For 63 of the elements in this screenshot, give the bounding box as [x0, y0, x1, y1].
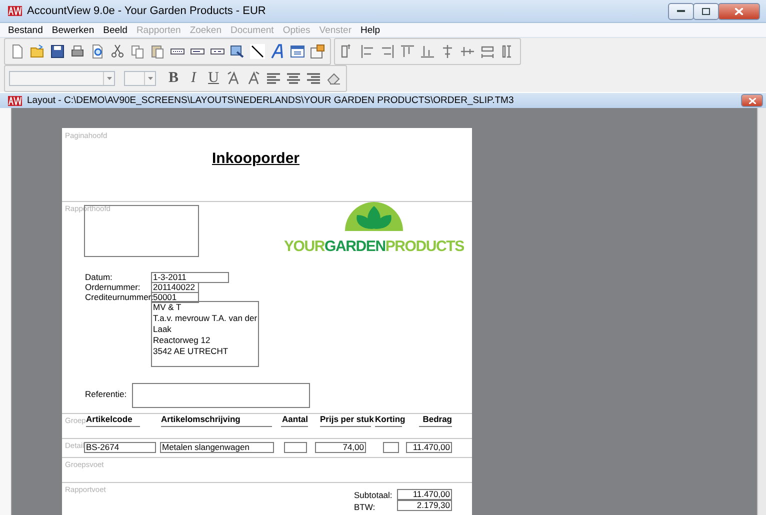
logo-text: GARDEN	[324, 238, 386, 255]
column-header: Bedrag	[419, 414, 452, 427]
total-label: Subtotaal:	[354, 490, 392, 500]
caret-icon	[106, 77, 112, 80]
field-label: Datum:	[85, 272, 112, 282]
format-button[interactable]: B	[165, 70, 182, 87]
field-label: Ordernummer:	[85, 282, 140, 292]
report-heading: Inkooporder	[212, 150, 300, 167]
input-field[interactable]: 1-3-2011	[151, 272, 229, 283]
input-field[interactable]	[383, 442, 399, 453]
paste-icon[interactable]	[149, 43, 166, 60]
minimize-button[interactable]	[668, 2, 694, 20]
properties-icon[interactable]	[309, 43, 326, 60]
column-header: Artikelcode	[86, 414, 140, 427]
input-field[interactable]: BS-2674	[84, 442, 156, 453]
caret-icon	[148, 77, 152, 80]
line-icon[interactable]	[249, 43, 266, 60]
input-field[interactable]: 201140022	[151, 282, 199, 293]
close-button[interactable]	[741, 94, 763, 107]
input-field[interactable]: 11.470,00	[406, 442, 452, 453]
document-title: Layout - C:\DEMO\AV90E_SCREENS\LAYOUTS\NEDERLANDS\YOUR GARDEN PRODUCTS\ORDER_SLIP.TM3	[27, 95, 515, 106]
align-left-icon[interactable]	[359, 43, 376, 60]
app-logo-icon	[8, 96, 22, 106]
close-icon	[748, 98, 756, 104]
maximize-button[interactable]	[693, 2, 719, 20]
minimize-icon	[677, 10, 685, 12]
input-field[interactable]	[284, 442, 307, 453]
format-button[interactable]: I	[185, 70, 202, 87]
app-logo-icon	[8, 6, 22, 16]
cut-icon[interactable]	[109, 43, 126, 60]
align-top-edge-icon[interactable]	[399, 43, 416, 60]
column-header: Artikelomschrijving	[161, 414, 272, 427]
copy-icon[interactable]	[129, 43, 146, 60]
scrollbar[interactable]	[757, 108, 766, 515]
format-button[interactable]: U	[205, 70, 222, 87]
input-field[interactable]: 11.470,00	[397, 489, 452, 500]
field-label: Crediteurnummer:	[85, 292, 154, 302]
input-field[interactable]: Metalen slangenwagen	[160, 442, 274, 453]
input-field[interactable]: 2.179,30	[397, 500, 452, 511]
reference-field[interactable]	[132, 383, 310, 408]
maximize-icon	[702, 8, 710, 14]
menu-item[interactable]: Bewerken	[48, 24, 98, 36]
frame-icon[interactable]	[289, 43, 306, 60]
image-icon[interactable]	[229, 43, 246, 60]
close-icon	[735, 8, 743, 14]
logo-text: YOUR	[284, 238, 325, 255]
save-icon[interactable]	[49, 43, 66, 60]
leaf-logo-icon	[345, 201, 403, 231]
window-title: AccountView 9.0e - Your Garden Products - EUR	[27, 5, 267, 17]
logo-text: PRODUCTS	[385, 238, 464, 255]
menu-item[interactable]: Bestand	[4, 24, 47, 36]
total-label: BTW:	[354, 502, 376, 512]
field-label: Referentie:	[85, 389, 127, 399]
menu-item[interactable]: Beeld	[99, 24, 132, 36]
text-icon[interactable]	[269, 43, 286, 60]
input-field[interactable]: 74,00	[315, 442, 366, 453]
align-bottom-icon[interactable]	[419, 43, 436, 60]
menu-item[interactable]: Help	[356, 24, 384, 36]
column-header: Aantal	[281, 414, 308, 427]
input-field[interactable]: 50001	[151, 292, 199, 303]
address-field[interactable]: MV & T T.a.v. mevrouw T.A. van der Laak Reactorweg 12 3542 AE UTRECHT	[151, 301, 259, 367]
align-right-icon[interactable]	[379, 43, 396, 60]
close-button[interactable]	[718, 2, 760, 20]
